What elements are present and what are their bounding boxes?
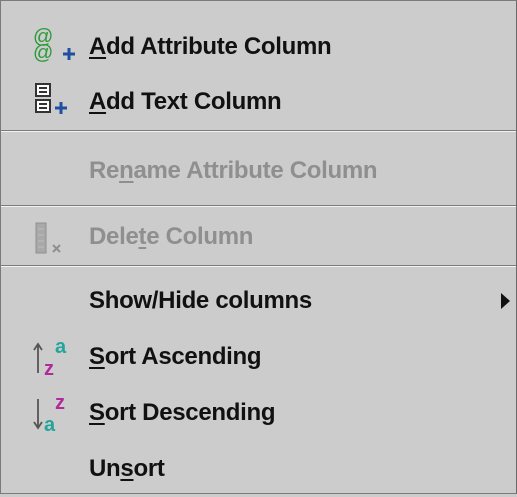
- menu-item-label: Rename Attribute Column: [89, 157, 378, 184]
- menu-item-label: Sort Descending: [89, 399, 276, 426]
- menu-item-unsort[interactable]: Unsort: [1, 441, 516, 497]
- menu-separator: [1, 130, 516, 132]
- sort-ascending-icon: a z: [33, 336, 67, 380]
- menu-separator: [1, 265, 516, 267]
- context-menu: @ @ Add Attribute Column Add Text Column…: [0, 0, 517, 494]
- svg-text:z: z: [44, 358, 54, 380]
- menu-item-delete-column[interactable]: Delete Column: [1, 209, 516, 265]
- menu-item-label: Add Attribute Column: [89, 33, 332, 60]
- menu-item-add-attribute-column[interactable]: @ @ Add Attribute Column: [1, 19, 516, 75]
- sort-descending-icon: z a: [33, 392, 65, 436]
- add-text-column-icon: [35, 83, 67, 114]
- delete-column-icon: [35, 222, 61, 254]
- svg-text:z: z: [55, 392, 65, 414]
- menu-item-rename-attribute-column[interactable]: Rename Attribute Column: [1, 143, 516, 199]
- menu-item-label: Delete Column: [89, 223, 254, 250]
- menu-item-sort-descending[interactable]: z a Sort Descending: [1, 385, 516, 441]
- menu-item-show-hide-columns[interactable]: Show/Hide columns: [1, 273, 516, 329]
- menu-item-label: Add Text Column: [89, 88, 282, 115]
- svg-text:@: @: [33, 42, 53, 64]
- menu-item-add-text-column[interactable]: Add Text Column: [1, 74, 516, 130]
- menu-separator: [1, 205, 516, 207]
- add-attribute-icon: @ @: [33, 26, 75, 64]
- svg-text:a: a: [44, 414, 56, 436]
- submenu-arrow-icon: [501, 293, 510, 309]
- menu-item-label: Unsort: [89, 455, 165, 482]
- menu-item-label: Show/Hide columns: [89, 287, 312, 314]
- menu-item-label: Sort Ascending: [89, 343, 262, 370]
- svg-text:a: a: [55, 336, 67, 358]
- menu-item-sort-ascending[interactable]: a z Sort Ascending: [1, 329, 516, 385]
